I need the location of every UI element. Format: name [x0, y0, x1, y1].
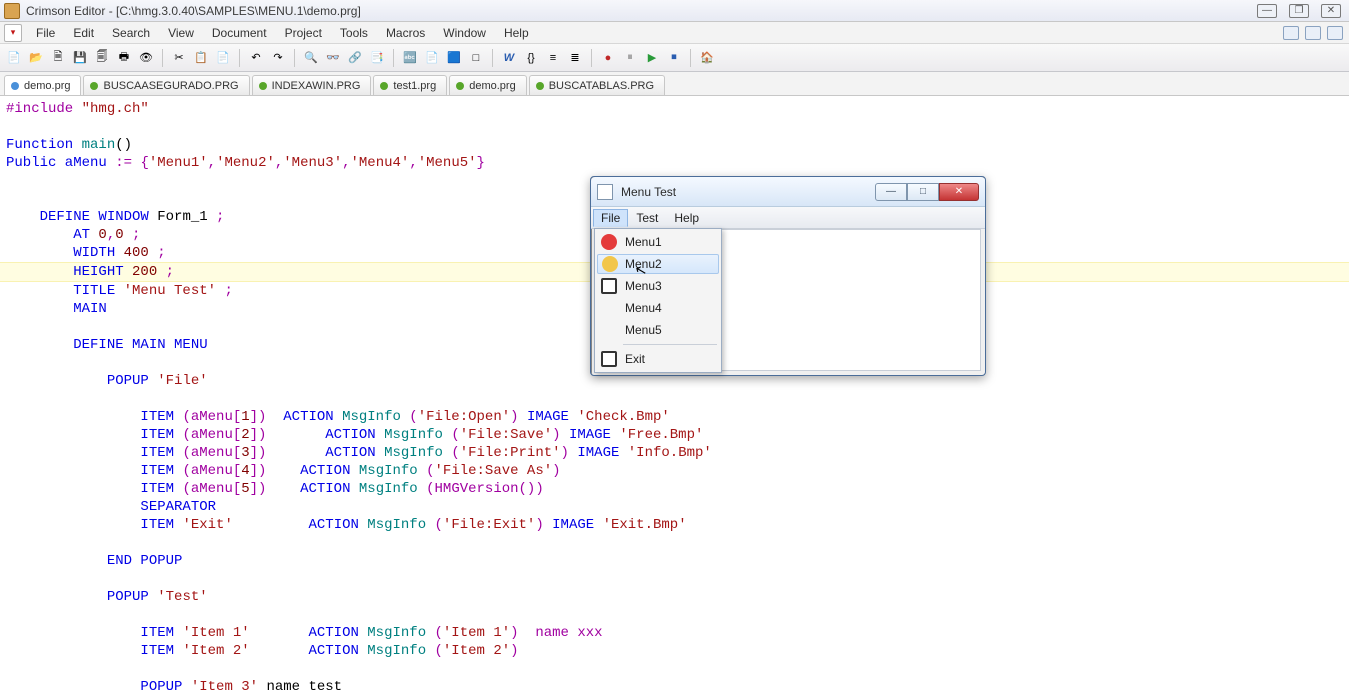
tab-label: test1.prg — [393, 80, 436, 92]
menu-item-label: Menu1 — [625, 235, 662, 249]
submenu-test[interactable]: Test — [628, 209, 666, 227]
pause-macro-icon[interactable]: ⏸ — [620, 48, 640, 68]
menu-macros[interactable]: Macros — [378, 24, 433, 42]
face-icon — [602, 256, 618, 272]
tab-dot-icon — [456, 82, 464, 90]
indent-left-icon[interactable]: ≡ — [543, 48, 563, 68]
menu-project[interactable]: Project — [277, 24, 330, 42]
menu-separator — [623, 344, 717, 345]
menu-item-label: Menu5 — [625, 323, 662, 337]
main-toolbar: 📄 📂 🗎 💾 🗐 🖶 👁 ✂ 📋 📄 ↶ ↷ 🔍 👓 🔗 📑 🔤 📄 🟦 □ … — [0, 44, 1349, 72]
menu-item-label: Exit — [625, 352, 645, 366]
submenu-file[interactable]: File — [593, 209, 628, 227]
menu-file[interactable]: File — [28, 24, 63, 42]
tab-indexawin[interactable]: INDEXAWIN.PRG — [252, 75, 372, 95]
find-icon[interactable]: 🔍 — [301, 48, 321, 68]
home-icon[interactable]: 🏠 — [697, 48, 717, 68]
tab-test1[interactable]: test1.prg — [373, 75, 447, 95]
menu-edit[interactable]: Edit — [65, 24, 102, 42]
document-tabs: demo.prg BUSCAASEGURADO.PRG INDEXAWIN.PR… — [0, 72, 1349, 96]
tab-dot-icon — [380, 82, 388, 90]
menu-item-menu5[interactable]: Menu5 — [597, 319, 719, 341]
menu-search[interactable]: Search — [104, 24, 158, 42]
menu-test-titlebar[interactable]: Menu Test — □ ✕ — [591, 177, 985, 207]
menu-item-menu4[interactable]: Menu4 — [597, 297, 719, 319]
box-icon — [601, 278, 617, 294]
maximize-button[interactable]: ❐ — [1289, 4, 1309, 18]
doc2-icon[interactable]: 📄 — [422, 48, 442, 68]
box-icon[interactable]: □ — [466, 48, 486, 68]
menu-window[interactable]: Window — [435, 24, 494, 42]
menu-item-menu2[interactable]: Menu2 — [597, 254, 719, 274]
cut-icon[interactable]: ✂ — [169, 48, 189, 68]
app-icon — [4, 3, 20, 19]
menu-help[interactable]: Help — [496, 24, 537, 42]
main-menubar: ▾ File Edit Search View Document Project… — [0, 22, 1349, 44]
undo-icon[interactable]: ↶ — [246, 48, 266, 68]
paste-icon[interactable]: 📄 — [213, 48, 233, 68]
mdi-close-icon[interactable] — [1327, 26, 1343, 40]
menu-item-exit[interactable]: Exit — [597, 348, 719, 370]
blank-doc-icon[interactable]: 🗎 — [48, 48, 68, 68]
indent-right-icon[interactable]: ≣ — [565, 48, 585, 68]
play-macro-icon[interactable]: ▶ — [642, 48, 662, 68]
redo-icon[interactable]: ↷ — [268, 48, 288, 68]
menu-tools[interactable]: Tools — [332, 24, 376, 42]
tab-label: INDEXAWIN.PRG — [272, 80, 361, 92]
tab-label: BUSCATABLAS.PRG — [549, 80, 654, 92]
tab-buscatablas[interactable]: BUSCATABLAS.PRG — [529, 75, 665, 95]
minimize-button[interactable]: — — [1257, 4, 1277, 18]
color-icon[interactable]: 🟦 — [444, 48, 464, 68]
bookmark-icon[interactable]: 📑 — [367, 48, 387, 68]
preview-icon[interactable]: 👁 — [136, 48, 156, 68]
copy-icon[interactable]: 📋 — [191, 48, 211, 68]
tab-dot-icon — [90, 82, 98, 90]
tab-label: BUSCAASEGURADO.PRG — [103, 80, 238, 92]
subwin-close-button[interactable]: ✕ — [939, 183, 979, 201]
menu-item-label: Menu3 — [625, 279, 662, 293]
window-icon — [597, 184, 613, 200]
tab-dot-icon — [11, 82, 19, 90]
new-file-icon[interactable]: 📄 — [4, 48, 24, 68]
menu-test-menubar: File Test Help — [591, 207, 985, 229]
tab-label: demo.prg — [469, 80, 515, 92]
menu-item-label: Menu4 — [625, 301, 662, 315]
menu-test-title: Menu Test — [621, 185, 676, 199]
tab-label: demo.prg — [24, 80, 70, 92]
braces-icon[interactable]: {} — [521, 48, 541, 68]
tab-demo-prg-1[interactable]: demo.prg — [4, 75, 81, 95]
tab-dot-icon — [259, 82, 267, 90]
print-icon[interactable]: 🖶 — [114, 48, 134, 68]
save-all-icon[interactable]: 🗐 — [92, 48, 112, 68]
title-bar: Crimson Editor - [C:\hmg.3.0.40\SAMPLES\… — [0, 0, 1349, 22]
tab-buscaasegurado[interactable]: BUSCAASEGURADO.PRG — [83, 75, 249, 95]
alert-icon — [601, 234, 617, 250]
close-button[interactable]: ✕ — [1321, 4, 1341, 18]
save-icon[interactable]: 💾 — [70, 48, 90, 68]
record-macro-icon[interactable]: ● — [598, 48, 618, 68]
subwin-minimize-button[interactable]: — — [875, 183, 907, 201]
open-icon[interactable]: 📂 — [26, 48, 46, 68]
spell-icon[interactable]: 🔤 — [400, 48, 420, 68]
mdi-restore-icon[interactable] — [1305, 26, 1321, 40]
stop-macro-icon[interactable]: ⏹ — [664, 48, 684, 68]
menu-view[interactable]: View — [160, 24, 202, 42]
exit-icon — [601, 351, 617, 367]
menu-item-menu3[interactable]: Menu3 — [597, 275, 719, 297]
find-in-files-icon[interactable]: 👓 — [323, 48, 343, 68]
wordwrap-icon[interactable]: W — [499, 48, 519, 68]
mdi-minimize-icon[interactable] — [1283, 26, 1299, 40]
menu-test-window[interactable]: Menu Test — □ ✕ File Test Help Menu1 Men… — [590, 176, 986, 376]
document-icon[interactable]: ▾ — [4, 24, 22, 42]
menu-document[interactable]: Document — [204, 24, 275, 42]
submenu-help[interactable]: Help — [666, 209, 707, 227]
tab-demo-prg-2[interactable]: demo.prg — [449, 75, 526, 95]
tab-dot-icon — [536, 82, 544, 90]
menu-item-label: Menu2 — [625, 257, 662, 271]
file-dropdown-menu: Menu1 Menu2 Menu3 Menu4 Menu5 Exit — [594, 228, 722, 373]
window-title: Crimson Editor - [C:\hmg.3.0.40\SAMPLES\… — [26, 4, 361, 18]
subwin-maximize-button[interactable]: □ — [907, 183, 939, 201]
link-icon[interactable]: 🔗 — [345, 48, 365, 68]
menu-item-menu1[interactable]: Menu1 — [597, 231, 719, 253]
